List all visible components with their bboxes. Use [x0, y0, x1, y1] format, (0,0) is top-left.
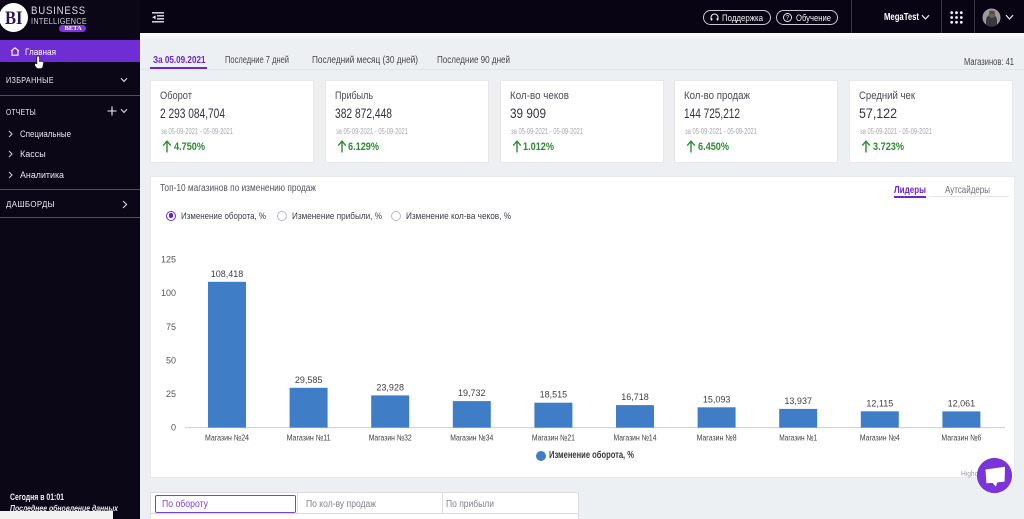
svg-text:50: 50: [166, 355, 176, 365]
svg-text:18,515: 18,515: [540, 390, 568, 400]
svg-text:25: 25: [166, 389, 176, 399]
svg-text:Магазин №11: Магазин №11: [287, 433, 331, 443]
svg-text:0: 0: [171, 423, 176, 433]
svg-text:16,718: 16,718: [621, 392, 649, 402]
svg-text:19,732: 19,732: [458, 388, 486, 398]
svg-text:Магазин №21: Магазин №21: [532, 433, 575, 443]
svg-text:29,585: 29,585: [295, 375, 323, 385]
svg-text:12,115: 12,115: [866, 398, 893, 408]
svg-text:75: 75: [166, 322, 176, 332]
svg-text:13,937: 13,937: [784, 396, 812, 406]
svg-text:Магазин №6: Магазин №6: [941, 433, 981, 443]
svg-text:125: 125: [161, 255, 176, 265]
svg-text:Магазин №8: Магазин №8: [697, 433, 737, 443]
svg-text:108,418: 108,418: [211, 269, 244, 279]
svg-text:15,093: 15,093: [703, 394, 731, 404]
svg-text:Магазин №14: Магазин №14: [614, 433, 657, 443]
svg-text:Магазин №32: Магазин №32: [369, 433, 412, 443]
svg-text:Магазин №4: Магазин №4: [860, 433, 900, 443]
svg-text:Магазин №34: Магазин №34: [450, 433, 493, 443]
svg-text:23,928: 23,928: [376, 382, 404, 392]
svg-text:12,061: 12,061: [948, 398, 976, 408]
svg-text:Магазин №24: Магазин №24: [205, 433, 249, 443]
svg-text:100: 100: [161, 288, 176, 298]
svg-text:Магазин №1: Магазин №1: [779, 433, 817, 443]
